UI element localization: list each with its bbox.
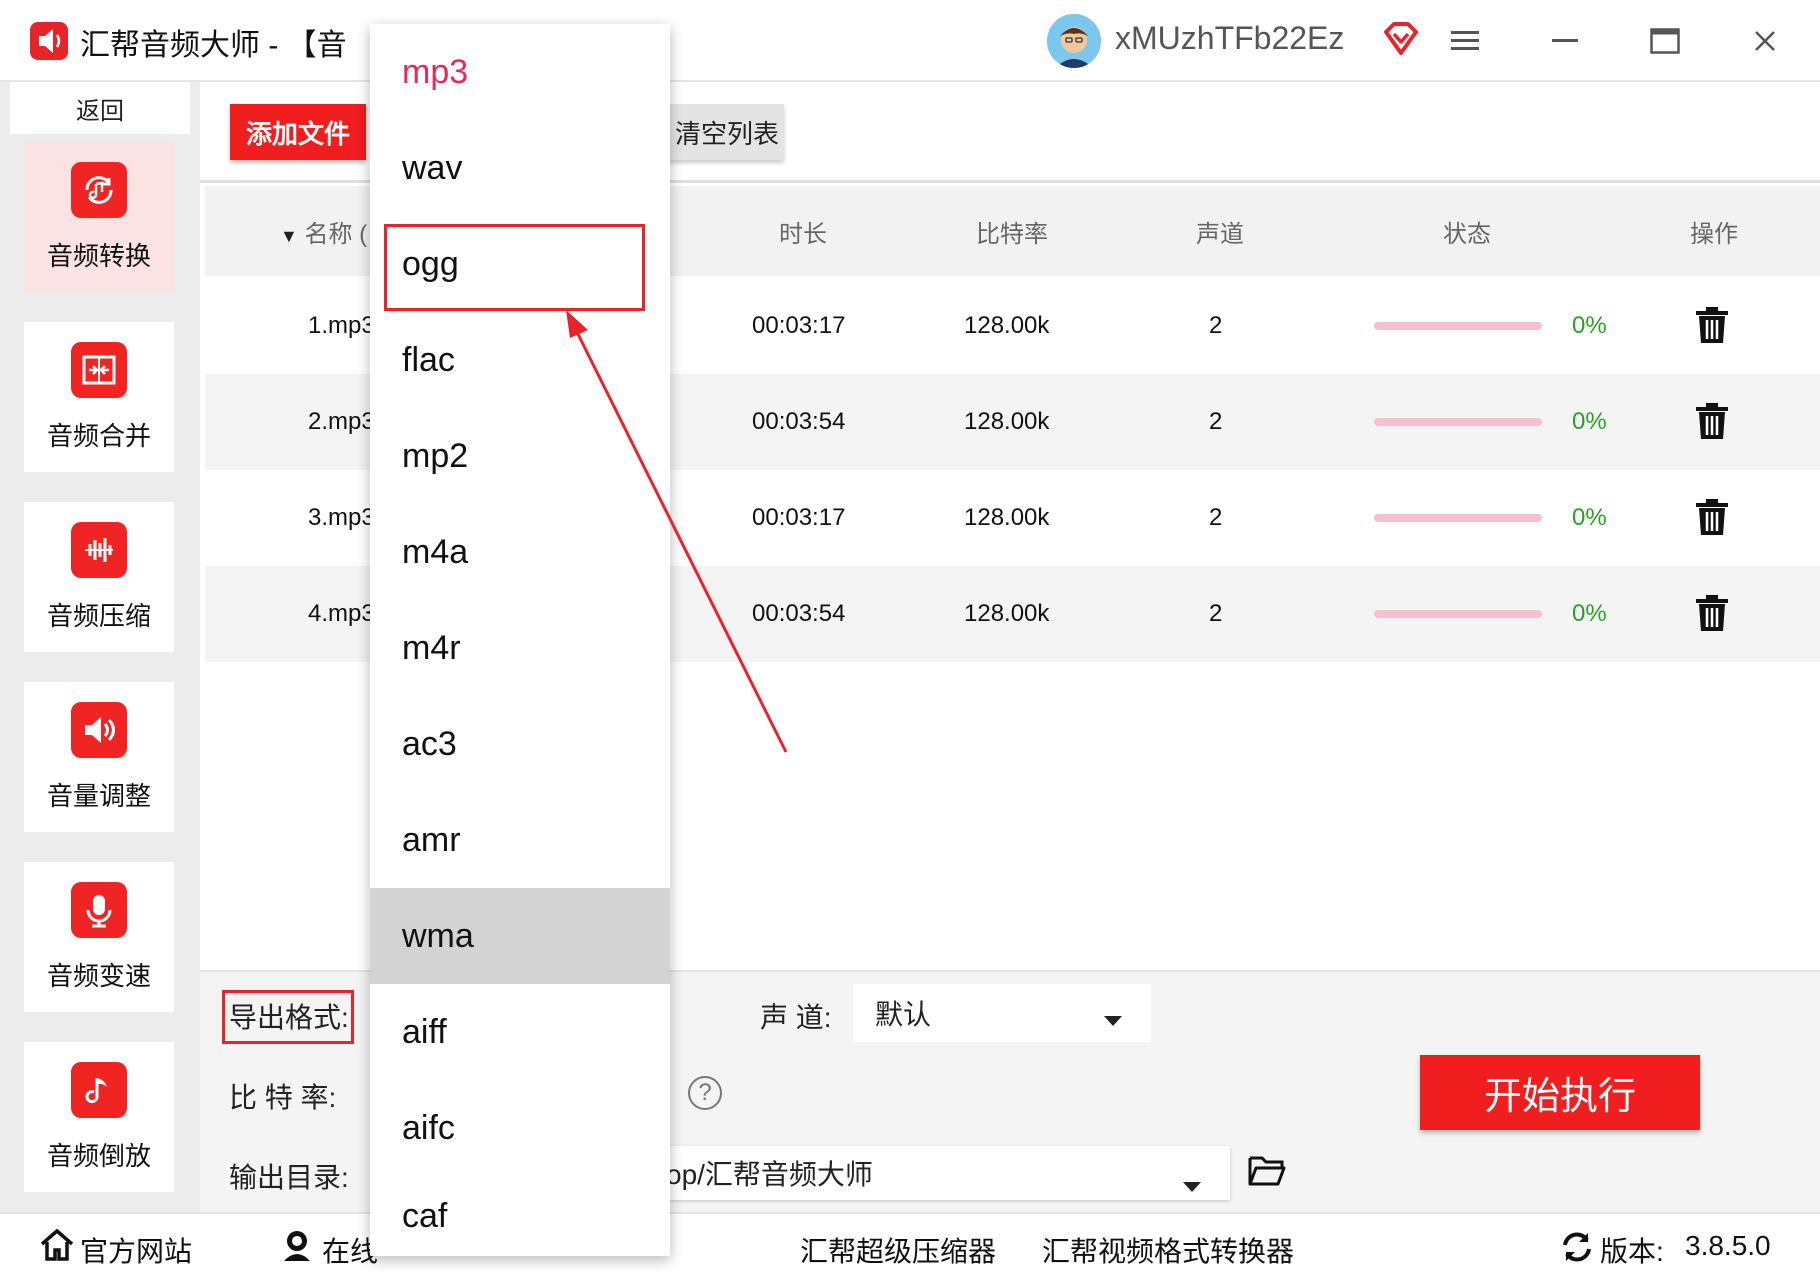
header-channels: 声道	[1196, 221, 1244, 248]
channel-select[interactable]: 默认	[853, 984, 1151, 1042]
minimize-icon[interactable]	[1540, 18, 1590, 64]
progress-percent: 0%	[1572, 408, 1607, 435]
sidebar-item-audio-compress[interactable]: 音频压缩	[24, 502, 174, 652]
sidebar-item-audio-reverse[interactable]: 音频倒放	[24, 1042, 174, 1192]
file-bitrate: 128.00k	[964, 312, 1050, 339]
close-icon[interactable]	[1740, 18, 1790, 64]
app-logo-icon	[30, 22, 68, 60]
sidebar-item-label: 音频合并	[46, 421, 151, 451]
output-dir-select[interactable]: op/汇帮音频大师	[640, 1146, 1230, 1200]
chevron-down-icon	[1182, 1168, 1202, 1200]
file-channels: 2	[1209, 600, 1223, 627]
audio-convert-icon	[71, 162, 127, 218]
header-name: 名称 (	[304, 221, 368, 248]
official-website-link[interactable]: 官方网站	[80, 1230, 192, 1270]
file-channels: 2	[1209, 408, 1223, 435]
sidebar-item-volume-adjust[interactable]: 音量调整	[24, 682, 174, 832]
version-value: 3.8.5.0	[1685, 1230, 1771, 1261]
format-option-wma[interactable]: wma	[370, 888, 670, 984]
file-name: 1.mp3	[308, 312, 375, 339]
sidebar-item-label: 音频倒放	[46, 1141, 151, 1171]
sort-down-icon: ▼	[280, 226, 298, 246]
header-status: 状态	[1443, 221, 1491, 248]
output-dir-value: op/汇帮音频大师	[666, 1159, 873, 1190]
sidebar-item-audio-convert[interactable]: 音频转换	[24, 142, 174, 292]
audio-speed-icon	[71, 882, 127, 938]
format-option-wav[interactable]: wav	[370, 120, 670, 216]
trash-icon[interactable]	[1695, 594, 1729, 632]
maximize-icon[interactable]	[1640, 18, 1690, 64]
sidebar-item-label: 音量调整	[46, 781, 151, 811]
video-converter-link[interactable]: 汇帮视频格式转换器	[1042, 1230, 1294, 1270]
back-button[interactable]: 返回	[10, 82, 190, 134]
progress-bar	[1374, 322, 1542, 330]
bitrate-label: 比 特 率:	[229, 1082, 337, 1113]
customer-service-icon	[280, 1228, 314, 1262]
file-name: 2.mp3	[308, 408, 375, 435]
export-format-label: 导出格式:	[229, 1002, 349, 1033]
sort-name-header[interactable]: ▼ 名称 (	[280, 214, 367, 249]
super-compressor-link[interactable]: 汇帮超级压缩器	[800, 1230, 996, 1270]
audio-reverse-icon	[71, 1062, 127, 1118]
menu-icon[interactable]	[1440, 18, 1490, 64]
sidebar-item-audio-merge[interactable]: 音频合并	[24, 322, 174, 472]
channel-value: 默认	[875, 999, 932, 1030]
trash-icon[interactable]	[1695, 402, 1729, 440]
format-option-aifc[interactable]: aifc	[370, 1080, 670, 1176]
annotation-arrow	[566, 310, 788, 753]
trash-icon[interactable]	[1695, 306, 1729, 344]
add-file-button[interactable]: 添加文件	[230, 104, 366, 160]
trash-icon[interactable]	[1695, 498, 1729, 536]
sidebar-item-audio-speed[interactable]: 音频变速	[24, 862, 174, 1012]
home-icon	[40, 1228, 74, 1262]
progress-bar	[1374, 418, 1542, 426]
progress-percent: 0%	[1572, 600, 1607, 627]
file-name: 4.mp3	[308, 600, 375, 627]
audio-merge-icon	[71, 342, 127, 398]
start-button[interactable]: 开始执行	[1420, 1055, 1700, 1130]
avatar[interactable]	[1047, 14, 1101, 68]
progress-percent: 0%	[1572, 312, 1607, 339]
refresh-icon[interactable]	[1560, 1230, 1594, 1264]
file-channels: 2	[1209, 312, 1223, 339]
clear-list-button[interactable]: 清空列表	[650, 104, 784, 160]
format-option-aiff[interactable]: aiff	[370, 984, 670, 1080]
progress-percent: 0%	[1572, 504, 1607, 531]
format-option-amr[interactable]: amr	[370, 792, 670, 888]
sidebar-item-label: 音频变速	[46, 961, 151, 991]
file-channels: 2	[1209, 504, 1223, 531]
vip-diamond-icon[interactable]	[1382, 22, 1420, 56]
volume-adjust-icon	[71, 702, 127, 758]
chevron-down-icon	[1103, 1002, 1123, 1034]
format-option-mp3[interactable]: mp3	[370, 24, 670, 120]
header-bitrate: 比特率	[976, 221, 1048, 248]
sidebar-item-label: 音频转换	[46, 241, 151, 271]
format-option-caf[interactable]: caf	[370, 1176, 670, 1256]
progress-bar	[1374, 610, 1542, 618]
audio-compress-icon	[71, 522, 127, 578]
app-title: 汇帮音频大师 - 【音	[80, 29, 347, 62]
channel-label: 声 道:	[760, 1002, 832, 1033]
output-dir-label: 输出目录:	[229, 1162, 349, 1193]
file-bitrate: 128.00k	[964, 504, 1050, 531]
file-name: 3.mp3	[308, 504, 375, 531]
version-label: 版本:	[1600, 1236, 1664, 1267]
username: xMUzhTFb22Ez	[1115, 20, 1345, 56]
progress-bar	[1374, 514, 1542, 522]
ogg-option-highlight	[384, 224, 645, 311]
folder-open-icon[interactable]	[1248, 1154, 1286, 1186]
file-bitrate: 128.00k	[964, 600, 1050, 627]
header-duration: 时长	[779, 221, 827, 248]
sidebar-item-label: 音频压缩	[46, 601, 151, 631]
file-bitrate: 128.00k	[964, 408, 1050, 435]
help-icon[interactable]: ?	[688, 1076, 722, 1110]
header-actions: 操作	[1690, 221, 1738, 248]
